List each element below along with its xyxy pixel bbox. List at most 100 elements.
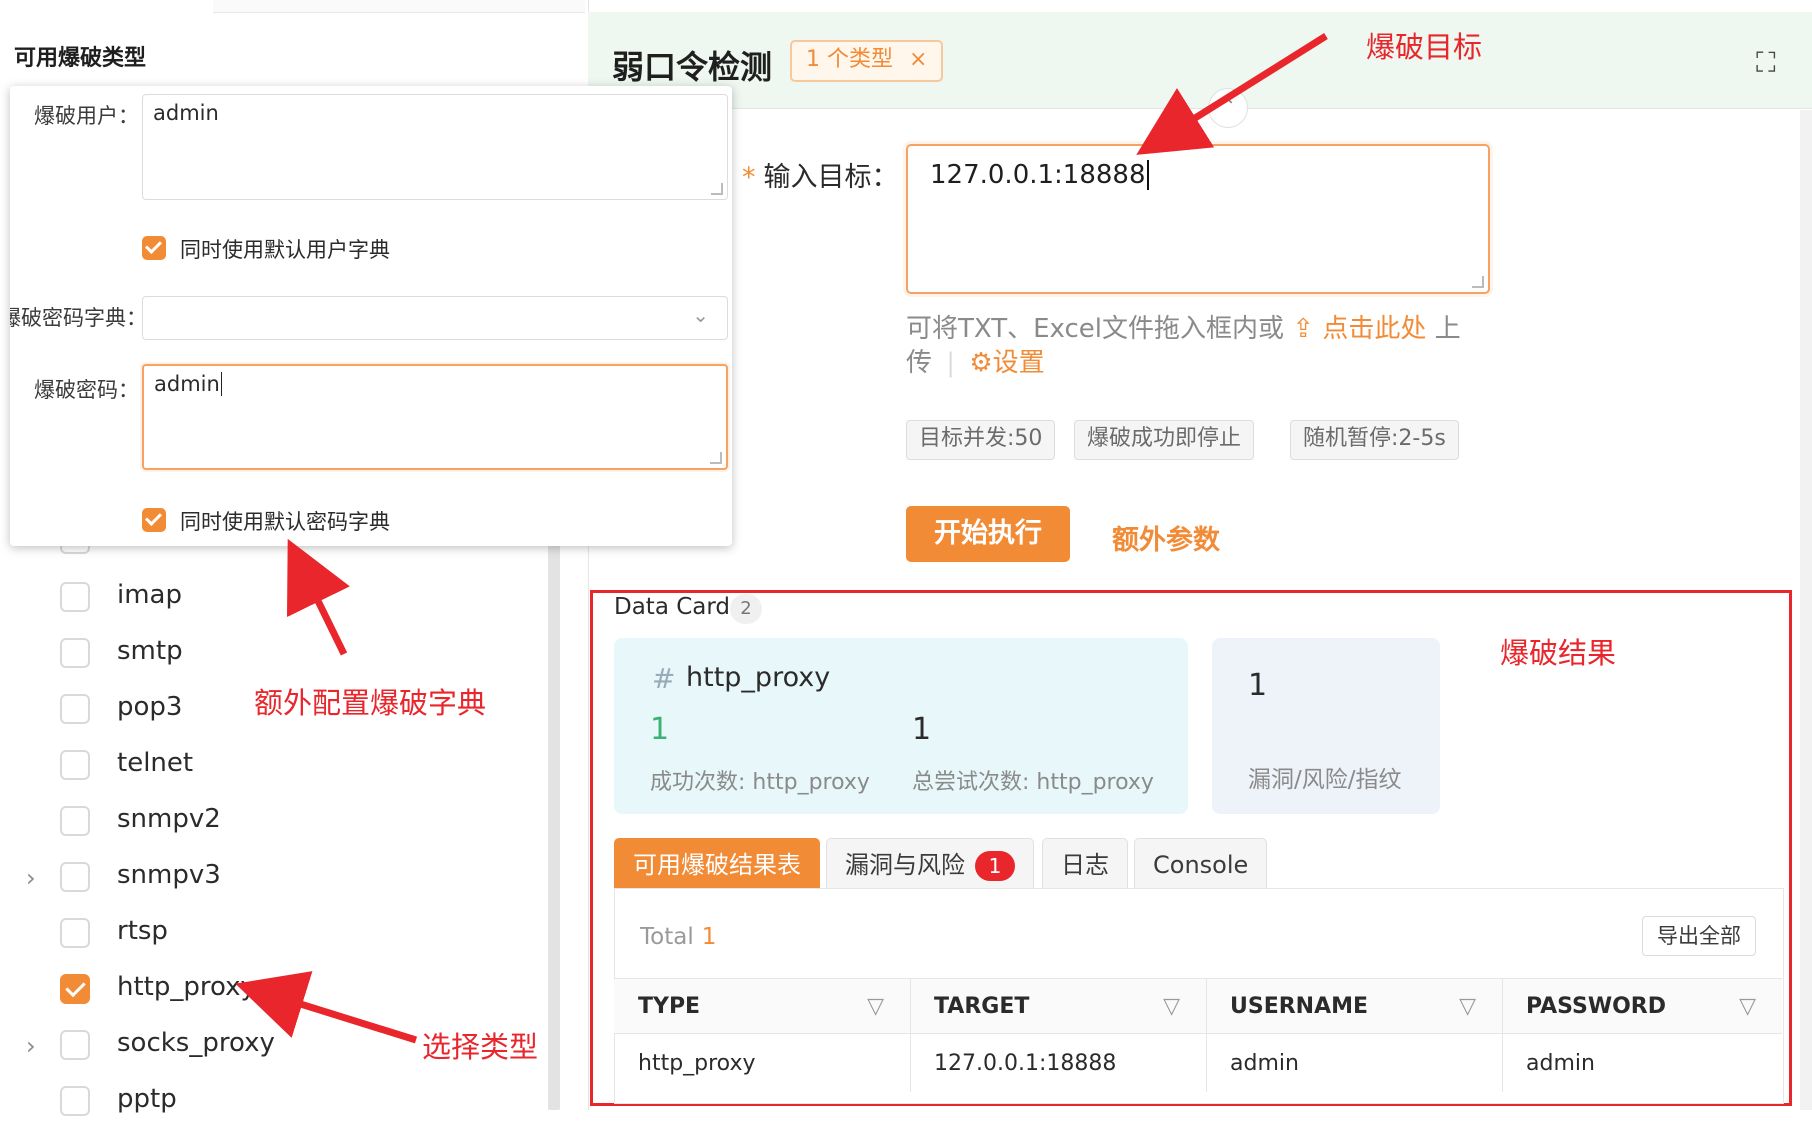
total-text: Total [640, 924, 694, 950]
upload-icon[interactable]: ⇪ [1292, 314, 1314, 344]
password-label: 爆破密码： [34, 378, 139, 402]
tab-vulnerabilities[interactable]: 漏洞与风险 1 [826, 838, 1034, 891]
password-dict-label: 爆破密码字典： [10, 306, 147, 330]
column-header-password[interactable]: PASSWORD ▽ [1502, 978, 1782, 1034]
left-scrollbar[interactable] [548, 520, 560, 1110]
type-row-telnet[interactable]: telnet [0, 746, 540, 790]
extra-params-link[interactable]: 额外参数 [1112, 518, 1220, 557]
total-attempts: 1 [912, 712, 932, 747]
tab-label: 漏洞与风险 [845, 851, 965, 879]
checkbox[interactable] [60, 1030, 90, 1060]
type-label: http_proxy [117, 972, 256, 1002]
fullscreen-icon[interactable]: ⛶ [1756, 46, 1776, 80]
checkbox[interactable] [60, 694, 90, 724]
data-card-title: Data Card [614, 594, 731, 620]
checkbox-checked[interactable] [142, 236, 166, 260]
type-label: telnet [117, 748, 194, 778]
type-label: snmpv2 [117, 804, 221, 834]
checkbox[interactable] [60, 918, 90, 948]
chevron-right-icon[interactable]: › [26, 1032, 36, 1060]
upload-hint-line2: 传 | ⚙设置 [906, 342, 1045, 379]
checkbox[interactable] [60, 750, 90, 780]
column-title: USERNAME [1230, 994, 1369, 1019]
type-row-imap[interactable]: imap [0, 578, 540, 622]
success-count-label: 成功次数: http_proxy [650, 770, 870, 795]
user-textarea[interactable]: admin [142, 94, 728, 200]
risk-count: 1 [1248, 668, 1268, 703]
user-label: 爆破用户： [34, 104, 139, 128]
filter-icon[interactable]: ▽ [1739, 979, 1756, 1035]
checkbox[interactable] [60, 582, 90, 612]
settings-link[interactable]: 设置 [993, 348, 1045, 378]
text-cursor: ​ [1146, 160, 1149, 190]
filter-icon[interactable]: ▽ [1163, 979, 1180, 1035]
type-count-tag[interactable]: 1 个类型 × [790, 40, 944, 82]
type-row-http-proxy[interactable]: http_proxy [0, 970, 540, 1014]
close-icon[interactable]: × [909, 47, 927, 72]
annotation-dictionary: 额外配置爆破字典 [254, 686, 487, 720]
type-label: socks_proxy [117, 1028, 275, 1058]
upload-hint: 可将TXT、Excel文件拖入框内或 ⇪ 点击此处 上 [906, 308, 1461, 345]
column-header-target[interactable]: TARGET ▽ [910, 978, 1206, 1034]
tab-results-table[interactable]: 可用爆破结果表 [614, 838, 820, 891]
card-name: http_proxy [686, 662, 831, 693]
data-card-count-badge: 2 [730, 594, 762, 624]
type-row-snmpv3[interactable]: › snmpv3 [0, 858, 540, 902]
type-row-rtsp[interactable]: rtsp [0, 914, 540, 958]
type-label: rtsp [117, 916, 168, 946]
tab-console[interactable]: Console [1134, 838, 1268, 891]
column-header-type[interactable]: TYPE ▽ [614, 978, 910, 1034]
type-row-pptp[interactable]: pptp [0, 1082, 540, 1126]
data-card-risk: 1 漏洞/风险/指纹 [1212, 638, 1440, 814]
resize-handle-icon[interactable] [1472, 276, 1484, 288]
column-title: TARGET [934, 994, 1030, 1019]
option-random-pause-tag: 随机暂停:2-5s [1290, 420, 1459, 460]
checkbox[interactable] [60, 1086, 90, 1116]
target-textarea[interactable]: 127.0.0.1:18888​ [906, 144, 1490, 294]
total-label: Total 1 [640, 924, 716, 950]
start-button[interactable]: 开始执行 [906, 506, 1070, 562]
filter-icon[interactable]: ▽ [867, 979, 884, 1035]
left-top-strip [213, 0, 585, 13]
option-concurrency-tag: 目标并发:50 [906, 420, 1056, 460]
cell-password: admin [1526, 1051, 1595, 1076]
checkbox-checked[interactable] [60, 974, 90, 1004]
gear-icon[interactable]: ⚙ [969, 348, 992, 378]
checkbox[interactable] [60, 638, 90, 668]
cell-username: admin [1230, 1051, 1299, 1076]
type-label: imap [117, 580, 182, 610]
tab-log[interactable]: 日志 [1042, 838, 1128, 891]
target-label-text: 输入目标： [763, 162, 899, 193]
checkbox-checked[interactable] [142, 508, 166, 532]
upload-link[interactable]: 点击此处 [1322, 314, 1426, 344]
checkbox[interactable] [60, 862, 90, 892]
total-attempts-label: 总尝试次数: http_proxy [912, 770, 1154, 795]
collapse-up-icon[interactable]: ⌃ [1208, 88, 1248, 128]
data-card-http-proxy: # http_proxy 1 成功次数: http_proxy 1 总尝试次数:… [614, 638, 1188, 814]
target-value: 127.0.0.1:18888 [930, 160, 1146, 190]
type-row-smtp[interactable]: smtp [0, 634, 540, 678]
password-textarea[interactable]: admin​ [142, 364, 728, 470]
cell-type: http_proxy [638, 1051, 756, 1076]
required-mark: * [742, 162, 756, 193]
annotation-target: 爆破目标 [1366, 30, 1483, 64]
annotation-select-type: 选择类型 [422, 1030, 539, 1064]
export-all-button[interactable]: 导出全部 [1642, 916, 1756, 956]
type-label: pop3 [117, 692, 183, 722]
default-user-dict-label: 同时使用默认用户字典 [180, 238, 390, 262]
resize-handle-icon[interactable] [710, 452, 722, 464]
password-dict-select[interactable]: ⌄ [142, 296, 728, 340]
tab-badge: 1 [975, 851, 1015, 881]
user-value: admin [153, 101, 219, 125]
column-header-username[interactable]: USERNAME ▽ [1206, 978, 1502, 1034]
checkbox[interactable] [60, 806, 90, 836]
resize-handle-icon[interactable] [711, 183, 723, 195]
filter-icon[interactable]: ▽ [1459, 979, 1476, 1035]
page-title: 弱口令检测 [612, 48, 773, 86]
type-row-snmpv2[interactable]: snmpv2 [0, 802, 540, 846]
success-count: 1 [650, 712, 670, 747]
target-label: * 输入目标： [742, 155, 899, 194]
right-scrollbar[interactable] [1800, 110, 1812, 1110]
chevron-right-icon[interactable]: › [26, 864, 36, 892]
annotation-results: 爆破结果 [1500, 636, 1617, 670]
